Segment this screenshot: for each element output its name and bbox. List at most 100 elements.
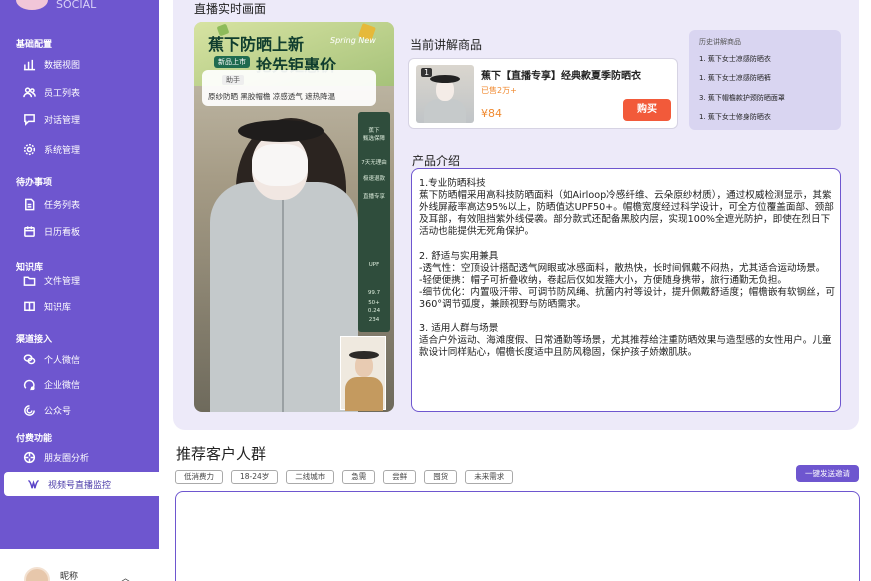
chat-icon: [16, 113, 42, 126]
send-invite-button[interactable]: 一键发送邀请: [796, 465, 859, 482]
book-icon: [16, 300, 42, 313]
sidebar-item-label: 公众号: [44, 406, 72, 417]
board-line: 50+: [368, 300, 380, 306]
video-spring-text: Spring New: [330, 36, 376, 45]
sidebar-item-label: 企业微信: [44, 380, 81, 391]
video-new-tag: 新品上市: [214, 56, 250, 68]
sidebar-item-data-view[interactable]: 数据视图: [0, 53, 159, 75]
recommend-content-box: [175, 491, 860, 581]
sidebar: SOCIAL 基础配置 数据视图 员工列表 对话管理 系统管理 待办事项 任务列…: [0, 0, 159, 549]
product-price: ¥84: [481, 107, 502, 120]
board-line: 7天无理由: [361, 160, 387, 166]
product-intro-box: 1.专业防晒科技 蕉下防晒帽采用高科技防晒面料（如Airloop冷感纤维、云朵原…: [411, 168, 841, 412]
thumb-body: [424, 99, 466, 123]
document-icon: [16, 198, 42, 211]
users-icon: [16, 86, 42, 99]
history-item[interactable]: 1. 蕉下女士凉感防晒衣: [699, 54, 771, 64]
thumb-hat: [430, 75, 460, 83]
folder-icon: [16, 274, 42, 287]
sidebar-item-chat[interactable]: 对话管理: [0, 108, 159, 130]
moments-icon: [16, 451, 42, 464]
sidebar-item-label: 系统管理: [44, 145, 81, 156]
video-caption-tags: 原纱防晒 黑胶帽檐 凉感透气 遮热降温: [208, 92, 336, 101]
audience-tag[interactable]: 低消费力: [175, 470, 223, 484]
audience-tag[interactable]: 囤货: [424, 470, 458, 484]
history-item[interactable]: 1. 蕉下女士修身防晒衣: [699, 112, 771, 122]
logo-icon: [16, 0, 48, 10]
gear-icon: [16, 143, 42, 156]
audience-tag[interactable]: 急需: [342, 470, 376, 484]
sidebar-item-staff[interactable]: 员工列表: [0, 81, 159, 103]
buy-button[interactable]: 购买: [623, 99, 671, 121]
section-title-todo: 待办事项: [16, 178, 53, 188]
sidebar-item-files[interactable]: 文件管理: [0, 269, 159, 291]
streamer-body: [210, 182, 358, 412]
history-products-panel: 历史讲解商品 1. 蕉下女士凉感防晒衣 1. 蕉下女士凉感防晒裤 3. 蕉下帽檐…: [689, 30, 841, 130]
logo-text: SOCIAL: [56, 0, 97, 11]
audience-tag[interactable]: 尝鲜: [383, 470, 417, 484]
video-pip-window[interactable]: [340, 336, 386, 411]
section-title-basic: 基础配置: [16, 40, 53, 50]
history-item[interactable]: 3. 蕉下帽檐款护颈防晒面罩: [699, 93, 785, 103]
calendar-icon: [16, 225, 42, 238]
live-video-feed[interactable]: 蕉下防晒上新 抢先钜惠价 Spring New 新品上市 助手 原纱防晒 黑胶帽…: [194, 22, 394, 412]
board-line: 234: [368, 317, 380, 323]
official-account-icon: [16, 404, 42, 417]
streamer-visor: [238, 120, 324, 142]
product-intro-title: 产品介绍: [412, 154, 461, 168]
chevron-up-icon[interactable]: ︿: [121, 571, 130, 581]
streamer-mask: [252, 144, 308, 186]
recommend-tags: 低消费力 18-24岁 二线城市 急需 尝鲜 囤货 未来需求: [175, 470, 514, 484]
board-line: 直播专享: [362, 194, 385, 200]
section-title-channels: 渠道接入: [16, 335, 53, 345]
sidebar-item-system[interactable]: 系统管理: [0, 138, 159, 160]
sidebar-item-wecom[interactable]: 企业微信: [0, 373, 159, 395]
sidebar-item-label: 员工列表: [44, 88, 81, 99]
sidebar-item-channels-live-monitor[interactable]: 视频号直播监控: [4, 472, 159, 496]
section-title-paid: 付费功能: [16, 434, 53, 444]
bar-chart-icon: [16, 58, 42, 71]
board-line: 99.7: [367, 290, 381, 296]
history-title: 历史讲解商品: [699, 38, 741, 46]
audience-tag[interactable]: 未来需求: [465, 470, 514, 484]
sidebar-item-label: 任务列表: [44, 200, 81, 211]
board-line: 极速退款: [362, 176, 385, 182]
sidebar-item-label: 视频号直播监控: [48, 480, 112, 491]
video-side-board: 蕉下 甄选保障 7天无理由 极速退款 直播专享 UPF 99.7 50+ 0.2…: [358, 112, 390, 332]
board-line: 蕉下: [368, 128, 380, 134]
sidebar-item-official-account[interactable]: 公众号: [0, 399, 159, 421]
sidebar-item-label: 对话管理: [44, 115, 81, 126]
sidebar-item-tasks[interactable]: 任务列表: [0, 193, 159, 215]
wecom-icon: [16, 378, 42, 391]
sidebar-item-knowledge-base[interactable]: 知识库: [0, 295, 159, 317]
product-sold-count: 已售2万+: [481, 86, 517, 95]
streamer-zipper: [282, 198, 284, 412]
user-nickname: 昵称: [60, 572, 79, 581]
sidebar-item-label: 个人微信: [44, 355, 81, 366]
sidebar-item-label: 文件管理: [44, 276, 81, 287]
board-line: 0.24: [367, 308, 381, 314]
product-intro-text: 1.专业防晒科技 蕉下防晒帽采用高科技防晒面料（如Airloop冷感纤维、云朵原…: [419, 178, 835, 359]
history-item[interactable]: 1. 蕉下女士凉感防晒裤: [699, 73, 771, 83]
avatar: [24, 567, 50, 581]
recommend-title: 推荐客户人群: [176, 445, 267, 463]
sidebar-item-label: 数据视图: [44, 60, 81, 71]
sidebar-item-personal-wechat[interactable]: 个人微信: [0, 348, 159, 370]
product-name: 蕉下【直播专享】经典款夏季防晒衣: [481, 71, 641, 82]
board-line: 甄选保障: [362, 136, 385, 142]
video-assist-label: 助手: [222, 75, 244, 85]
wechat-icon: [16, 353, 42, 366]
sidebar-item-moments[interactable]: 朋友圈分析: [0, 446, 159, 468]
audience-tag[interactable]: 18-24岁: [231, 470, 279, 484]
user-profile-bar[interactable]: 昵称 ︿: [0, 549, 159, 581]
pip-body: [345, 377, 383, 411]
app-root: SOCIAL 基础配置 数据视图 员工列表 对话管理 系统管理 待办事项 任务列…: [0, 0, 871, 581]
live-heading: 直播实时画面: [194, 2, 267, 16]
current-product-card[interactable]: 1 蕉下【直播专享】经典款夏季防晒衣 已售2万+ ¥84 购买: [408, 58, 678, 129]
sidebar-item-calendar[interactable]: 日历看板: [0, 220, 159, 242]
audience-tag[interactable]: 二线城市: [286, 470, 335, 484]
pip-hat: [349, 351, 379, 359]
product-index-badge: 1: [421, 68, 433, 77]
channels-icon: [20, 478, 46, 491]
board-line: UPF: [368, 262, 380, 268]
